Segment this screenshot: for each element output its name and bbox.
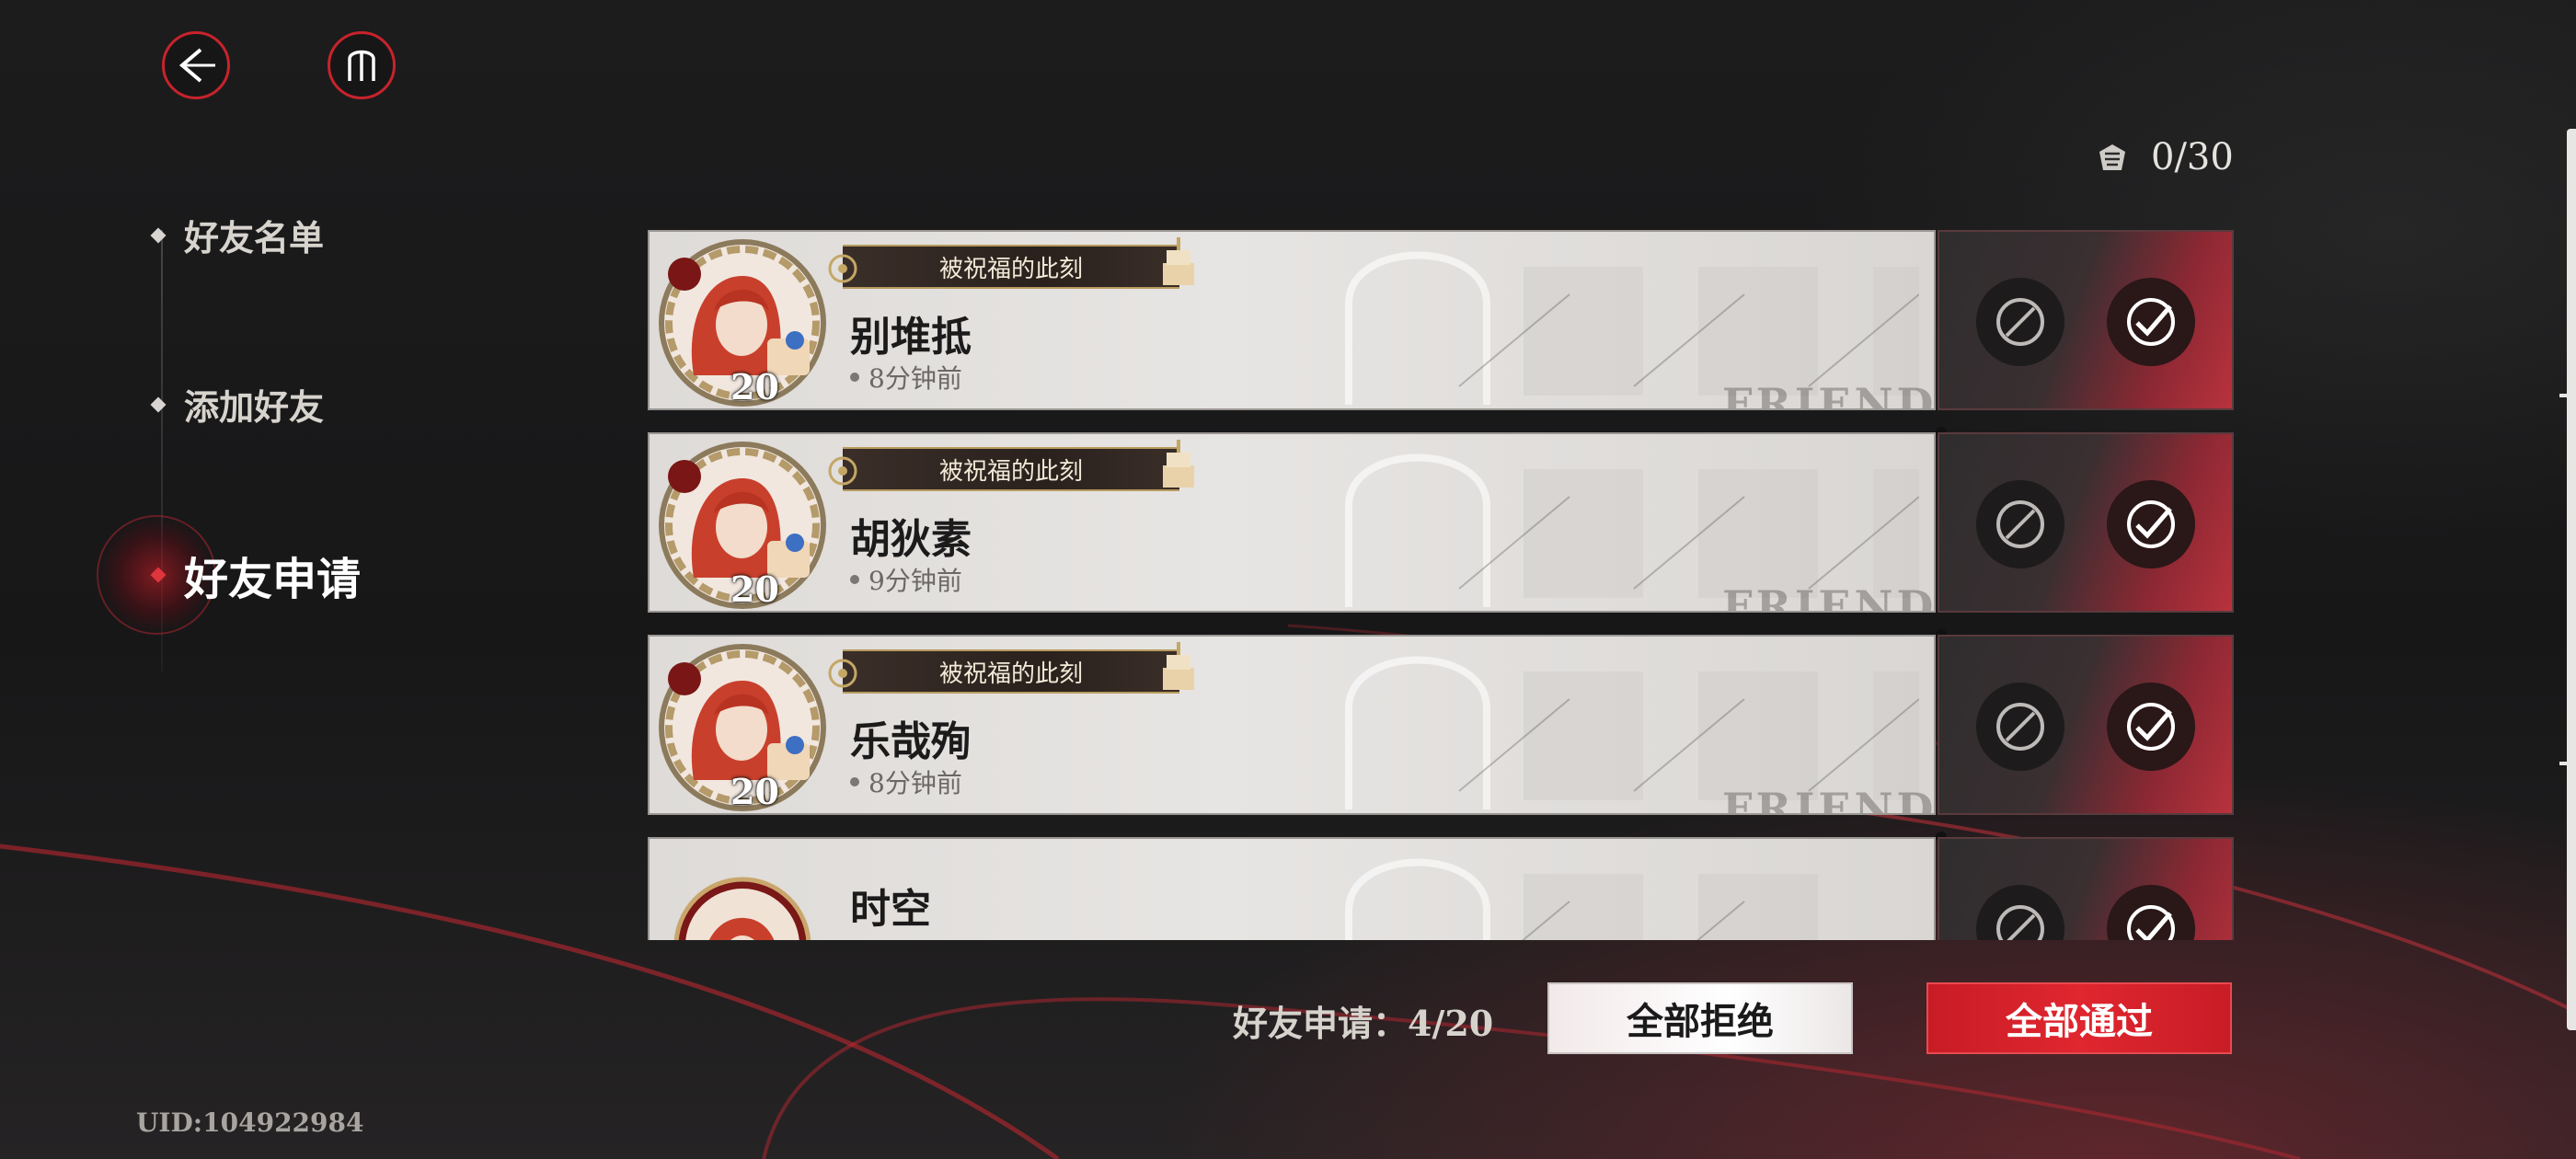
accept-button[interactable] xyxy=(2107,683,2195,771)
request-card: FRIENDS 20 被祝福的此刻 乐哉殉 xyxy=(648,635,1936,815)
avatar[interactable]: 20 xyxy=(657,642,828,813)
player-name: 别堆抵 xyxy=(850,314,972,361)
sidebar-item-label: 添加好友 xyxy=(184,386,325,428)
player-title: 被祝福的此刻 xyxy=(938,255,1083,283)
back-arrow-icon xyxy=(178,48,215,83)
request-time-text: 9分钟前 xyxy=(868,566,962,596)
back-button[interactable] xyxy=(162,31,230,99)
sidebar-item-add-friend[interactable]: 添加好友 xyxy=(150,379,325,430)
avatar[interactable]: 20 xyxy=(657,237,828,408)
player-level: 20 xyxy=(730,366,779,407)
edge-tick xyxy=(2559,394,2576,397)
friend-count: 0/30 xyxy=(2094,136,2234,178)
player-title: 被祝福的此刻 xyxy=(938,660,1083,688)
request-row: 时空 xyxy=(648,832,2234,940)
avatar-portrait xyxy=(673,877,811,940)
request-row: FRIENDS 20 被祝福的此刻 胡狄素 xyxy=(648,427,2234,613)
avatar[interactable]: 20 xyxy=(657,440,828,611)
player-name: 胡狄素 xyxy=(850,516,972,563)
player-level: 20 xyxy=(730,568,779,610)
player-name: 时空 xyxy=(850,886,931,933)
player-title-banner: 被祝福的此刻 xyxy=(828,642,1194,694)
accept-button[interactable] xyxy=(2107,278,2195,366)
request-actions xyxy=(1938,230,2234,410)
request-card: FRIENDS 20 被祝福的此刻 别堆抵 xyxy=(648,230,1936,410)
check-icon xyxy=(2127,500,2175,548)
edge-scrollbar[interactable] xyxy=(2567,129,2576,1030)
nav-dot xyxy=(150,567,167,583)
edge-tick xyxy=(2559,762,2576,765)
request-time-text: 8分钟前 xyxy=(868,363,962,394)
player-title-banner: 被祝福的此刻 xyxy=(828,237,1194,289)
time-dot xyxy=(850,373,859,382)
home-button[interactable] xyxy=(328,31,396,99)
reject-icon xyxy=(1996,905,2044,940)
sidebar-item-friend-list[interactable]: 好友名单 xyxy=(150,210,325,260)
sidebar-item-label: 好友申请 xyxy=(184,554,362,605)
check-icon xyxy=(2127,905,2175,940)
reject-button[interactable] xyxy=(1976,885,2064,940)
player-title: 被祝福的此刻 xyxy=(938,457,1083,486)
sidebar-item-label: 好友名单 xyxy=(184,217,325,258)
request-time: 8分钟前 xyxy=(850,763,962,800)
player-title-banner: 被祝福的此刻 xyxy=(828,440,1194,491)
request-row: FRIENDS 20 被祝福的此刻 别堆抵 xyxy=(648,230,2234,410)
request-actions xyxy=(1938,635,2234,815)
friends-watermark: FRIENDS xyxy=(1722,784,1936,815)
nav-dot xyxy=(150,227,167,243)
request-card: 时空 xyxy=(648,837,1936,940)
request-actions xyxy=(1938,432,2234,613)
cake-icon xyxy=(1163,440,1194,488)
sidebar-item-friend-requests[interactable]: 好友申请 xyxy=(150,543,362,607)
reject-button[interactable] xyxy=(1976,278,2064,366)
reject-button[interactable] xyxy=(1976,480,2064,568)
player-name: 乐哉殉 xyxy=(850,718,972,765)
home-icon xyxy=(348,50,375,81)
friend-badge-icon xyxy=(2099,144,2125,170)
accept-button[interactable] xyxy=(2107,480,2195,568)
accept-button[interactable] xyxy=(2107,885,2195,940)
time-dot xyxy=(850,575,859,584)
player-level: 20 xyxy=(730,771,779,812)
cake-icon xyxy=(1163,237,1194,285)
card-decoration xyxy=(1345,858,1818,940)
request-card: FRIENDS 20 被祝福的此刻 胡狄素 xyxy=(648,432,1936,613)
nav-dot xyxy=(150,396,167,412)
friend-count-text: 0/30 xyxy=(2151,136,2234,178)
friends-watermark: FRIENDS xyxy=(1722,379,1936,410)
accept-all-button[interactable]: 全部通过 xyxy=(1926,982,2232,1054)
request-row: FRIENDS 20 被祝福的此刻 乐哉殉 xyxy=(648,629,2234,815)
ornament-icon xyxy=(828,659,857,688)
request-time: 9分钟前 xyxy=(850,561,962,598)
time-dot xyxy=(850,777,859,786)
request-count: 好友申请：4/20 xyxy=(1233,1003,1494,1044)
friend-request-list[interactable]: FRIENDS 20 被祝福的此刻 别堆抵 xyxy=(648,230,2234,940)
reject-icon xyxy=(1996,298,2044,346)
avatar[interactable] xyxy=(657,844,828,940)
check-icon xyxy=(2127,703,2175,751)
reject-icon xyxy=(1996,500,2044,548)
reject-all-button[interactable]: 全部拒绝 xyxy=(1547,982,1853,1054)
ornament-icon xyxy=(828,254,857,283)
reject-icon xyxy=(1996,703,2044,751)
friends-watermark: FRIENDS xyxy=(1722,581,1936,613)
reject-button[interactable] xyxy=(1976,683,2064,771)
request-time: 8分钟前 xyxy=(850,359,962,396)
user-uid: UID:104922984 xyxy=(136,1107,364,1138)
check-icon xyxy=(2127,298,2175,346)
cake-icon xyxy=(1163,642,1194,690)
ornament-icon xyxy=(828,456,857,486)
request-time-text: 8分钟前 xyxy=(868,768,962,798)
request-actions xyxy=(1938,837,2234,940)
